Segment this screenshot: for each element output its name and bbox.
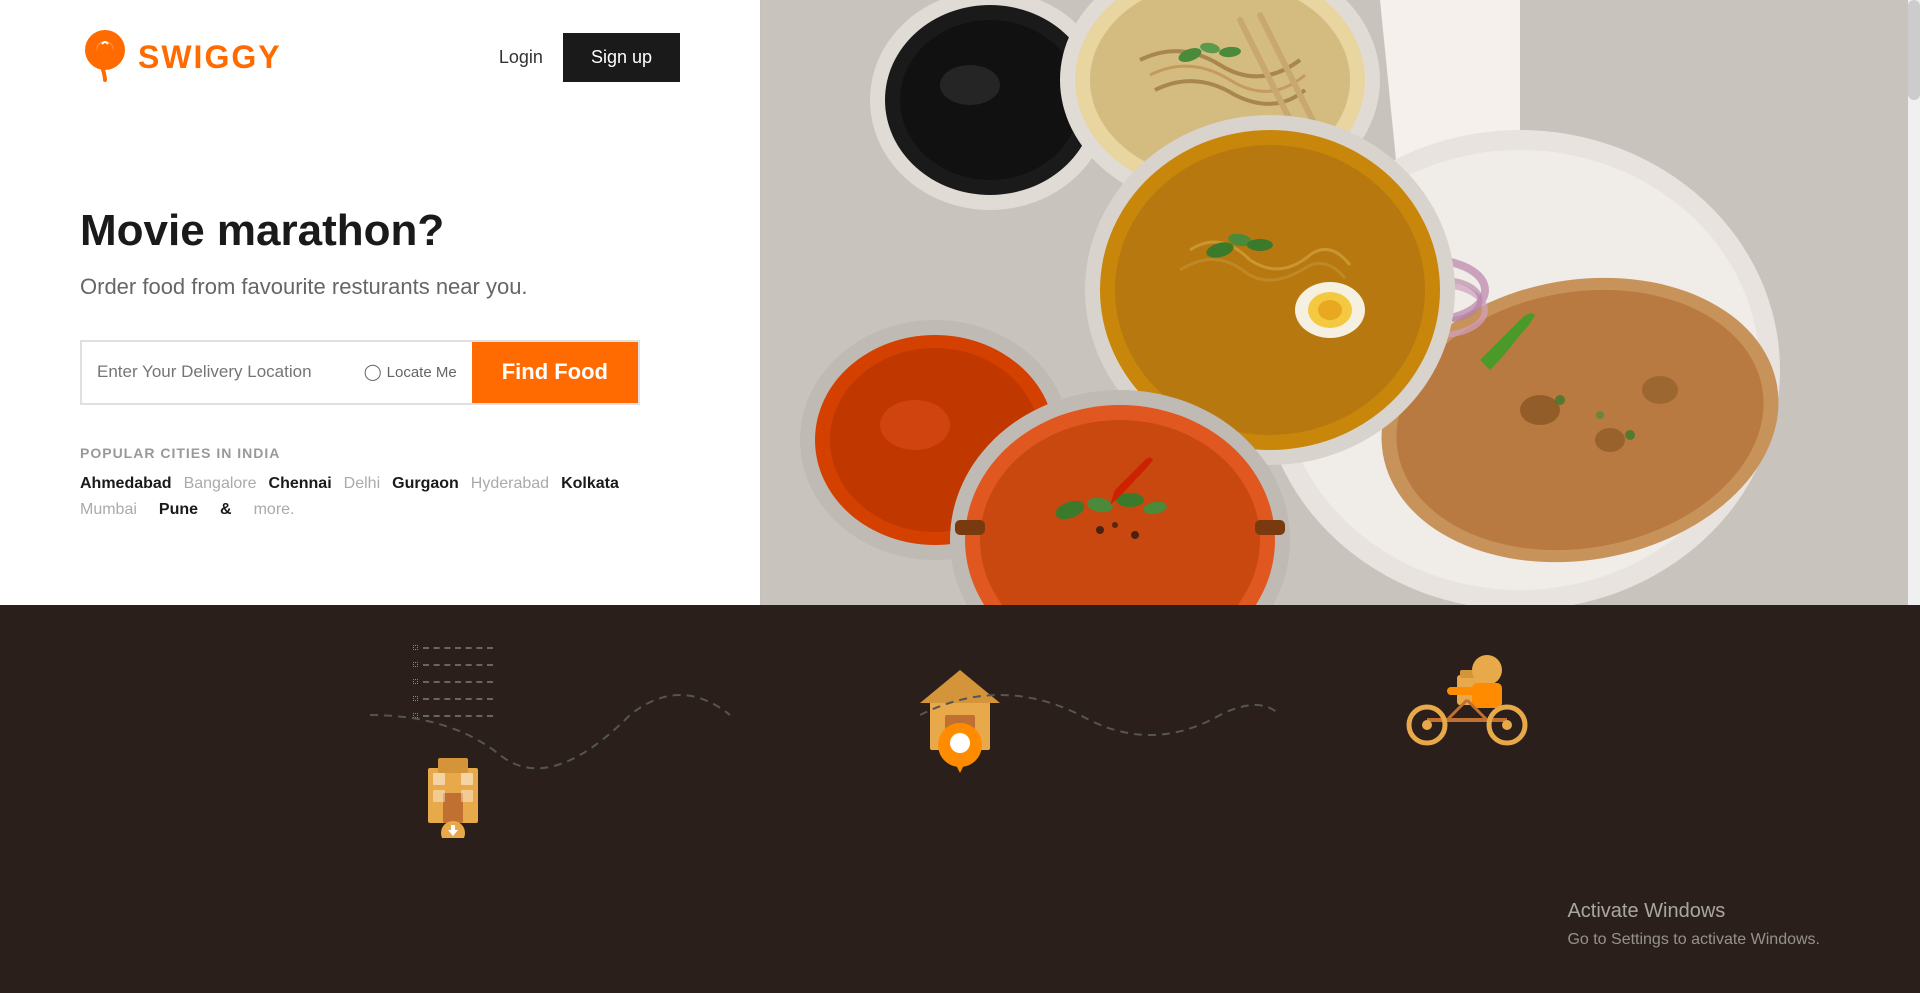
popular-cities-heading: POPULAR CITIES IN INDIA [80, 445, 680, 461]
login-button[interactable]: Login [499, 47, 543, 68]
header: SWIGGY Login Sign up [80, 0, 680, 125]
city-bangalore[interactable]: Bangalore [184, 475, 257, 493]
search-input[interactable] [97, 362, 354, 382]
city-chennai[interactable]: Chennai [269, 475, 332, 493]
hero-subtitle: Order food from favourite resturants nea… [80, 274, 680, 300]
popular-cities: POPULAR CITIES IN INDIA Ahmedabad Bangal… [80, 445, 680, 519]
city-kolkata[interactable]: Kolkata [561, 475, 619, 493]
swiggy-logo-icon [80, 30, 130, 85]
locate-me-button[interactable]: ◯ Locate Me [364, 362, 457, 382]
left-panel: SWIGGY Login Sign up Movie marathon? Ord… [0, 0, 760, 605]
connector-path-1 [350, 635, 750, 785]
activate-windows-subtitle: Go to Settings to activate Windows. [1567, 927, 1820, 953]
city-mumbai[interactable]: Mumbai [80, 501, 137, 519]
city-delhi[interactable]: Delhi [344, 475, 380, 493]
food-visual [760, 0, 1920, 605]
connector-path-2 [900, 635, 1300, 785]
city-more: more. [254, 501, 295, 519]
cities-row-2: Mumbai Pune & more. [80, 501, 680, 519]
city-gurgaon[interactable]: Gurgaon [392, 475, 459, 493]
search-bar: ◯ Locate Me Find Food [80, 340, 640, 405]
city-hyderabad[interactable]: Hyderabad [471, 475, 549, 493]
signup-button[interactable]: Sign up [563, 33, 680, 82]
activate-windows: Activate Windows Go to Settings to activ… [1567, 895, 1820, 953]
city-and: & [220, 501, 232, 519]
search-input-wrapper: ◯ Locate Me [82, 342, 472, 403]
scrollbar[interactable] [1908, 0, 1920, 605]
find-food-button[interactable]: Find Food [472, 342, 638, 403]
city-pune[interactable]: Pune [159, 501, 198, 519]
delivery-rider-icon [1397, 645, 1537, 755]
bottom-section: Activate Windows Go to Settings to activ… [0, 605, 1920, 993]
logo-container: SWIGGY [80, 30, 282, 85]
page-wrapper: SWIGGY Login Sign up Movie marathon? Ord… [0, 0, 1920, 993]
nav-buttons: Login Sign up [499, 33, 680, 82]
cities-row-1: Ahmedabad Bangalore Chennai Delhi Gurgao… [80, 475, 680, 493]
city-ahmedabad[interactable]: Ahmedabad [80, 475, 172, 493]
activate-windows-title: Activate Windows [1567, 895, 1820, 927]
hero-content: Movie marathon? Order food from favourit… [80, 205, 680, 519]
hero-title: Movie marathon? [80, 205, 680, 258]
scrollbar-thumb [1908, 0, 1920, 100]
location-icon: ◯ [364, 362, 382, 382]
top-section: SWIGGY Login Sign up Movie marathon? Ord… [0, 0, 1920, 605]
locate-me-label: Locate Me [387, 364, 457, 381]
right-panel [760, 0, 1920, 605]
brand-name: SWIGGY [138, 39, 282, 76]
bottom-card-delivery [1317, 645, 1617, 755]
